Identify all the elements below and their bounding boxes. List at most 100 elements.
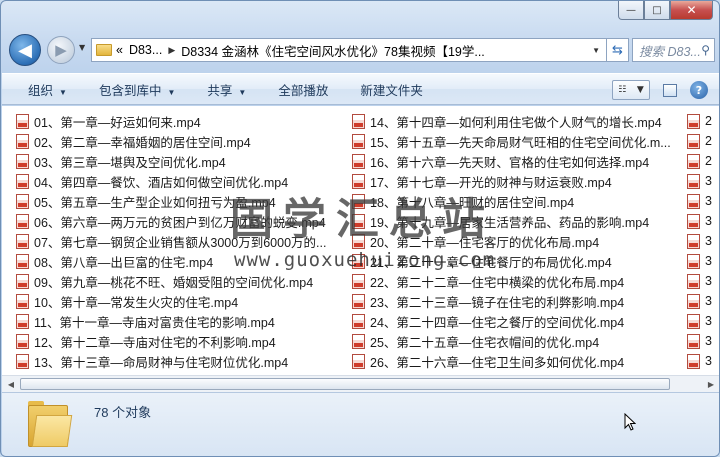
preview-pane-button[interactable] xyxy=(660,80,680,100)
file-name: 12、第十二章—寺庙对住宅的不利影响.mp4 xyxy=(34,335,276,350)
forward-button[interactable]: ▶ xyxy=(47,36,75,64)
file-item[interactable]: 23、第二十三章—镜子在住宅的利弊影响.mp4 xyxy=(352,291,682,311)
mp4-file-icon xyxy=(687,353,700,369)
file-item[interactable]: 05、第五章—生产型企业如何扭亏为盈.mp4 xyxy=(16,191,346,211)
file-item[interactable]: 02、第二章—幸福婚姻的居住空间.mp4 xyxy=(16,131,346,151)
file-item[interactable]: 06、第六章—两万元的贫困户到亿万财富的蜕变.mp4 xyxy=(16,211,346,231)
file-item[interactable]: 21、第二十一章—住宅餐厅的布局优化.mp4 xyxy=(352,251,682,271)
mp4-file-icon xyxy=(352,133,365,149)
help-button[interactable]: ? xyxy=(690,81,708,99)
file-item[interactable]: 3 xyxy=(687,171,719,191)
refresh-icon: ⇆ xyxy=(612,42,623,58)
file-item[interactable]: 3 xyxy=(687,351,719,371)
minimize-button[interactable]: — xyxy=(618,1,644,20)
refresh-button[interactable]: ⇆ xyxy=(607,38,629,62)
file-item[interactable]: 16、第十六章—先天财、官格的住宅如何选择.mp4 xyxy=(352,151,682,171)
address-bar[interactable]: « D83... ▶ D8334 金涵林《住宅空间风水优化》78集视频【19学.… xyxy=(91,38,607,62)
file-column-1: 01、第一章—好运如何来.mp4 02、第二章—幸福婚姻的居住空间.mp4 03、第… xyxy=(16,111,346,371)
horizontal-scrollbar[interactable]: ◀ ▶ xyxy=(2,375,719,392)
file-item[interactable]: 3 xyxy=(687,331,719,351)
mp4-file-icon xyxy=(352,113,365,129)
new-folder-button[interactable]: 新建文件夹 xyxy=(344,80,439,99)
file-item[interactable]: 17、第十七章—开光的财神与财运衰败.mp4 xyxy=(352,171,682,191)
file-name: 3 xyxy=(705,194,712,208)
file-item[interactable]: 3 xyxy=(687,271,719,291)
file-name: 3 xyxy=(705,214,712,228)
file-item[interactable]: 09、第九章—桃花不旺、婚姻受阻的空间优化.mp4 xyxy=(16,271,346,291)
file-item[interactable]: 24、第二十四章—住宅之餐厅的空间优化.mp4 xyxy=(352,311,682,331)
file-name: 3 xyxy=(705,254,712,268)
breadcrumb-separator-icon[interactable]: ▶ xyxy=(168,45,175,56)
details-pane: 78 个对象 xyxy=(2,392,719,456)
file-item[interactable]: 2 xyxy=(687,151,719,171)
file-item[interactable]: 07、第七章—钢贸企业销售额从3000万到6000万的... xyxy=(16,231,346,251)
file-item[interactable]: 22、第二十二章—住宅中横梁的优化布局.mp4 xyxy=(352,271,682,291)
breadcrumb-current[interactable]: D8334 金涵林《住宅空间风水优化》78集视频【19学... xyxy=(181,41,485,60)
navigation-bar: ◀ ▶ ▼ « D83... ▶ D8334 金涵林《住宅空间风水优化》78集视… xyxy=(1,31,719,66)
file-name: 3 xyxy=(705,354,712,368)
play-all-button[interactable]: 全部播放 xyxy=(262,80,344,99)
file-item[interactable]: 13、第十三章—命局财神与住宅财位优化.mp4 xyxy=(16,351,346,371)
change-view-button[interactable]: ☷ ▼ xyxy=(612,80,650,100)
file-item[interactable]: 2 xyxy=(687,131,719,151)
address-overflow[interactable]: « xyxy=(116,43,123,57)
close-button[interactable]: ✕ xyxy=(670,1,713,20)
scrollbar-thumb[interactable] xyxy=(20,378,670,390)
address-dropdown-icon[interactable]: ▼ xyxy=(592,46,600,55)
mp4-file-icon xyxy=(16,193,29,209)
file-item[interactable]: 04、第四章—餐饮、酒店如何做空间优化.mp4 xyxy=(16,171,346,191)
mp4-file-icon xyxy=(687,113,700,129)
file-name: 14、第十四章—如何利用住宅做个人财气的增长.mp4 xyxy=(370,115,662,130)
file-item[interactable]: 01、第一章—好运如何来.mp4 xyxy=(16,111,346,131)
file-item[interactable]: 14、第十四章—如何利用住宅做个人财气的增长.mp4 xyxy=(352,111,682,131)
back-button[interactable]: ◀ xyxy=(9,34,41,66)
file-item[interactable]: 10、第十章—常发生火灾的住宅.mp4 xyxy=(16,291,346,311)
caption-buttons: — □ ✕ xyxy=(618,1,713,21)
search-placeholder: 搜索 D83... xyxy=(639,44,701,59)
mp4-file-icon xyxy=(687,133,700,149)
mp4-file-icon xyxy=(16,133,29,149)
file-name: 06、第六章—两万元的贫困户到亿万财富的蜕变.mp4 xyxy=(34,215,326,230)
mp4-file-icon xyxy=(16,353,29,369)
organize-button[interactable]: 组织 ▼ xyxy=(12,80,83,99)
file-item[interactable]: 3 xyxy=(687,211,719,231)
file-item[interactable]: 11、第十一章—寺庙对富贵住宅的影响.mp4 xyxy=(16,311,346,331)
file-name: 15、第十五章—先天命局财气旺相的住宅空间优化.m... xyxy=(370,135,671,150)
scroll-left-icon[interactable]: ◀ xyxy=(4,378,18,390)
mp4-file-icon xyxy=(352,273,365,289)
mp4-file-icon xyxy=(352,333,365,349)
breadcrumb-parent[interactable]: D83... xyxy=(129,43,162,57)
recent-pages-dropdown[interactable]: ▼ xyxy=(79,43,85,52)
file-name: 11、第十一章—寺庙对富贵住宅的影响.mp4 xyxy=(34,315,275,330)
file-item[interactable]: 20、第二十章—住宅客厅的优化布局.mp4 xyxy=(352,231,682,251)
include-in-library-button[interactable]: 包含到库中 ▼ xyxy=(83,80,191,99)
search-input[interactable]: 搜索 D83... ⚲ xyxy=(632,38,715,62)
file-name: 07、第七章—钢贸企业销售额从3000万到6000万的... xyxy=(34,235,327,250)
file-item[interactable]: 3 xyxy=(687,311,719,331)
file-item[interactable]: 3 xyxy=(687,251,719,271)
file-item[interactable]: 03、第三章—堪舆及空间优化.mp4 xyxy=(16,151,346,171)
share-button[interactable]: 共享 ▼ xyxy=(191,80,262,99)
file-item[interactable]: 08、第八章—出巨富的住宅.mp4 xyxy=(16,251,346,271)
file-item[interactable]: 25、第二十五章—住宅衣帽间的优化.mp4 xyxy=(352,331,682,351)
file-name: 08、第八章—出巨富的住宅.mp4 xyxy=(34,255,214,270)
file-item[interactable]: 12、第十二章—寺庙对住宅的不利影响.mp4 xyxy=(16,331,346,351)
file-name: 23、第二十三章—镜子在住宅的利弊影响.mp4 xyxy=(370,295,625,310)
file-item[interactable]: 3 xyxy=(687,231,719,251)
file-list[interactable]: 01、第一章—好运如何来.mp4 02、第二章—幸福婚姻的居住空间.mp4 03、第… xyxy=(2,106,719,375)
file-item[interactable]: 18、第十八章—旺财的居住空间.mp4 xyxy=(352,191,682,211)
file-item[interactable]: 2 xyxy=(687,111,719,131)
mp4-file-icon xyxy=(16,293,29,309)
file-item[interactable]: 19、第十九章—居家生活营养品、药品的影响.mp4 xyxy=(352,211,682,231)
mp4-file-icon xyxy=(352,233,365,249)
back-arrow-icon: ◀ xyxy=(18,39,32,61)
file-item[interactable]: 26、第二十六章—住宅卫生间多如何优化.mp4 xyxy=(352,351,682,371)
file-item[interactable]: 3 xyxy=(687,191,719,211)
mp4-file-icon xyxy=(16,233,29,249)
mp4-file-icon xyxy=(352,353,365,369)
file-item[interactable]: 3 xyxy=(687,291,719,311)
file-name: 25、第二十五章—住宅衣帽间的优化.mp4 xyxy=(370,335,600,350)
scroll-right-icon[interactable]: ▶ xyxy=(704,378,718,390)
file-item[interactable]: 15、第十五章—先天命局财气旺相的住宅空间优化.m... xyxy=(352,131,682,151)
maximize-button[interactable]: □ xyxy=(644,1,670,20)
